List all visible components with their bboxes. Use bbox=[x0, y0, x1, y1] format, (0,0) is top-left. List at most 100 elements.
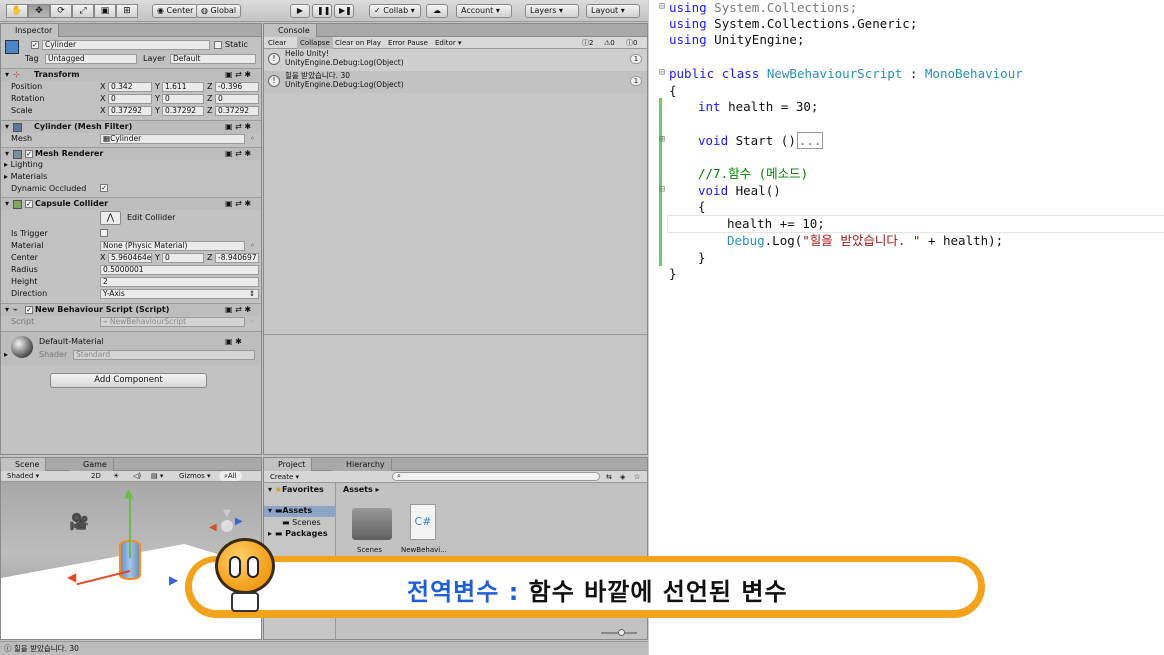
collapse-heal-icon[interactable]: ⊟ bbox=[659, 183, 665, 197]
clear-on-play-button[interactable]: Clear on Play bbox=[335, 38, 381, 48]
tab-inspector[interactable]: Inspector bbox=[1, 24, 60, 37]
tab-scene[interactable]: Scene bbox=[1, 458, 47, 471]
lighting-foldout[interactable]: ▸ Lighting bbox=[4, 160, 43, 170]
tab-hierarchy[interactable]: Hierarchy bbox=[332, 458, 392, 471]
add-component-button[interactable]: Add Component bbox=[50, 373, 207, 388]
materials-foldout[interactable]: ▸ Materials bbox=[4, 172, 47, 182]
static-checkbox[interactable] bbox=[214, 41, 222, 49]
object-name-field[interactable]: Cylinder bbox=[42, 40, 210, 50]
material-settings-icon[interactable]: ▣ ✱ bbox=[225, 337, 242, 347]
pause-button[interactable]: ❚❚ bbox=[312, 4, 332, 18]
tag-dropdown[interactable]: Untagged bbox=[45, 54, 137, 64]
editor-dropdown[interactable]: Editor ▾ bbox=[435, 38, 461, 48]
transform-tool-icon[interactable]: ⊞ bbox=[116, 4, 138, 18]
component-settings-icon[interactable]: ▣ ⇄ ✱ bbox=[225, 149, 251, 159]
height-field[interactable]: 2 bbox=[100, 277, 259, 287]
dynamic-occluded-checkbox[interactable]: ✓ bbox=[100, 184, 108, 192]
tab-game[interactable]: Game bbox=[69, 458, 114, 471]
layers-dropdown[interactable]: Layers ▾ bbox=[525, 4, 579, 18]
status-message[interactable]: ⓘ 힐을 받았습니다. 30 bbox=[4, 644, 79, 654]
scale-x-field[interactable]: 0.37292 bbox=[108, 106, 152, 116]
collab-dropdown[interactable]: ✓ Collab ▾ bbox=[369, 4, 421, 18]
account-dropdown[interactable]: Account ▾ bbox=[456, 4, 512, 18]
filter-type-icon[interactable]: ⇆ bbox=[606, 472, 612, 482]
center-x-field[interactable]: 5.960464e bbox=[108, 253, 152, 263]
hand-tool-icon[interactable]: ✋ bbox=[6, 4, 28, 18]
collapse-usings-icon[interactable]: ⊟ bbox=[659, 0, 665, 14]
mesh-filter-header[interactable]: ▾ Cylinder (Mesh Filter) ▣ ⇄ ✱ bbox=[1, 120, 261, 133]
component-settings-icon[interactable]: ▣ ⇄ ✱ bbox=[225, 199, 251, 209]
move-tool-icon[interactable]: ✥ bbox=[28, 4, 50, 18]
is-trigger-checkbox[interactable] bbox=[100, 229, 108, 237]
space-toggle[interactable]: ◍ Global bbox=[196, 4, 242, 18]
play-button[interactable]: ▶ bbox=[290, 4, 310, 18]
collapsed-region-marker[interactable]: ... bbox=[796, 132, 824, 149]
error-count-toggle[interactable]: ⓘ0 bbox=[626, 38, 637, 48]
gizmos-dropdown[interactable]: Gizmos ▾ bbox=[179, 471, 211, 481]
icon-size-slider-thumb[interactable] bbox=[618, 629, 625, 636]
assets-node-selected[interactable]: ▾ ▬Assets bbox=[264, 506, 336, 517]
collider-material-field[interactable]: None (Physic Material) bbox=[100, 241, 245, 251]
object-picker-icon[interactable]: ◦ bbox=[250, 134, 255, 144]
warning-count-toggle[interactable]: ⚠0 bbox=[604, 38, 615, 48]
project-search-input[interactable]: ⌕ bbox=[392, 472, 600, 481]
position-x-field[interactable]: 0.342 bbox=[108, 82, 152, 92]
active-checkbox[interactable]: ✓ bbox=[31, 41, 39, 49]
gizmo-z-cone[interactable]: ▶ bbox=[235, 516, 243, 527]
collapse-class-icon[interactable]: ⊟ bbox=[659, 66, 665, 80]
center-z-field[interactable]: -8.940697 bbox=[215, 253, 259, 263]
tab-console[interactable]: Console bbox=[264, 24, 317, 37]
error-pause-button[interactable]: Error Pause bbox=[388, 38, 428, 48]
scale-z-field[interactable]: 0.37292 bbox=[215, 106, 259, 116]
console-message[interactable]: ! 힐을 받았습니다. 30 UnityEngine.Debug:Log(Obj… bbox=[264, 71, 647, 93]
script-header[interactable]: ▾ ⌁ ✓ New Behaviour Script (Script) ▣ ⇄ … bbox=[1, 303, 261, 316]
favorites-node[interactable]: ▾ ★Favorites bbox=[268, 485, 324, 495]
mesh-field[interactable]: ▦Cylinder bbox=[100, 134, 245, 144]
rotation-x-field[interactable]: 0 bbox=[108, 94, 152, 104]
material-foldout-icon[interactable]: ▸ bbox=[4, 350, 8, 360]
rotation-y-field[interactable]: 0 bbox=[162, 94, 204, 104]
csharp-script-icon[interactable]: C# bbox=[410, 504, 436, 540]
capsule-collider-header[interactable]: ▾ ✓ Capsule Collider ▣ ⇄ ✱ bbox=[1, 197, 261, 210]
component-settings-icon[interactable]: ▣ ⇄ ✱ bbox=[225, 122, 251, 132]
center-y-field[interactable]: 0 bbox=[162, 253, 204, 263]
console-message[interactable]: ! Hello Unity! UnityEngine.Debug:Log(Obj… bbox=[264, 49, 647, 71]
scale-y-field[interactable]: 0.37292 bbox=[162, 106, 204, 116]
y-axis-handle[interactable] bbox=[129, 494, 131, 558]
mesh-renderer-enabled-checkbox[interactable]: ✓ bbox=[25, 150, 33, 158]
tab-project[interactable]: Project bbox=[264, 458, 313, 471]
mesh-renderer-header[interactable]: ▾ ✓ Mesh Renderer ▣ ⇄ ✱ bbox=[1, 147, 261, 160]
expand-start-icon[interactable]: ⊞ bbox=[659, 133, 665, 147]
lighting-toggle-icon[interactable]: ☀ bbox=[113, 471, 119, 481]
transform-header[interactable]: ▾ ⊹ Transform ▣ ⇄ ✱ bbox=[1, 68, 261, 81]
component-settings-icon[interactable]: ▣ ⇄ ✱ bbox=[225, 70, 251, 80]
rotate-tool-icon[interactable]: ⟳ bbox=[50, 4, 72, 18]
pivot-toggle[interactable]: ◉ Center bbox=[152, 4, 199, 18]
create-dropdown[interactable]: Create ▾ bbox=[270, 472, 299, 482]
component-settings-icon[interactable]: ▣ ⇄ ✱ bbox=[225, 305, 251, 315]
layout-dropdown[interactable]: Layout ▾ bbox=[586, 4, 640, 18]
direction-dropdown[interactable]: Y-Axis ⇕ bbox=[100, 289, 259, 299]
layer-dropdown[interactable]: Default bbox=[170, 54, 256, 64]
project-breadcrumb[interactable]: Assets ▸ bbox=[343, 485, 380, 495]
mode-2d-toggle[interactable]: 2D bbox=[91, 471, 101, 481]
shader-dropdown[interactable]: Standard bbox=[73, 350, 255, 360]
shading-dropdown[interactable]: Shaded ▾ bbox=[7, 471, 39, 481]
folder-icon[interactable] bbox=[352, 508, 392, 540]
scale-tool-icon[interactable]: ⤢ bbox=[72, 4, 94, 18]
audio-toggle-icon[interactable]: ◁) bbox=[133, 471, 141, 481]
effects-dropdown-icon[interactable]: ▤ ▾ bbox=[151, 471, 163, 481]
log-count-toggle[interactable]: ⓘ2 bbox=[582, 38, 593, 48]
position-y-field[interactable]: 1.611 bbox=[162, 82, 204, 92]
rotation-z-field[interactable]: 0 bbox=[215, 94, 259, 104]
step-button[interactable]: ▶❚ bbox=[334, 4, 354, 18]
position-z-field[interactable]: -0.396 bbox=[215, 82, 259, 92]
collapse-button[interactable]: Collapse bbox=[297, 37, 333, 49]
filter-label-icon[interactable]: ◈ bbox=[620, 472, 625, 482]
scenes-node[interactable]: ▬ Scenes bbox=[282, 518, 321, 528]
radius-field[interactable]: 0.5000001 bbox=[100, 265, 259, 275]
cloud-icon[interactable]: ☁ bbox=[426, 4, 448, 18]
script-enabled-checkbox[interactable]: ✓ bbox=[25, 306, 33, 314]
gizmo-y-cone[interactable]: ▼ bbox=[223, 508, 231, 519]
clear-button[interactable]: Clear bbox=[268, 38, 286, 48]
